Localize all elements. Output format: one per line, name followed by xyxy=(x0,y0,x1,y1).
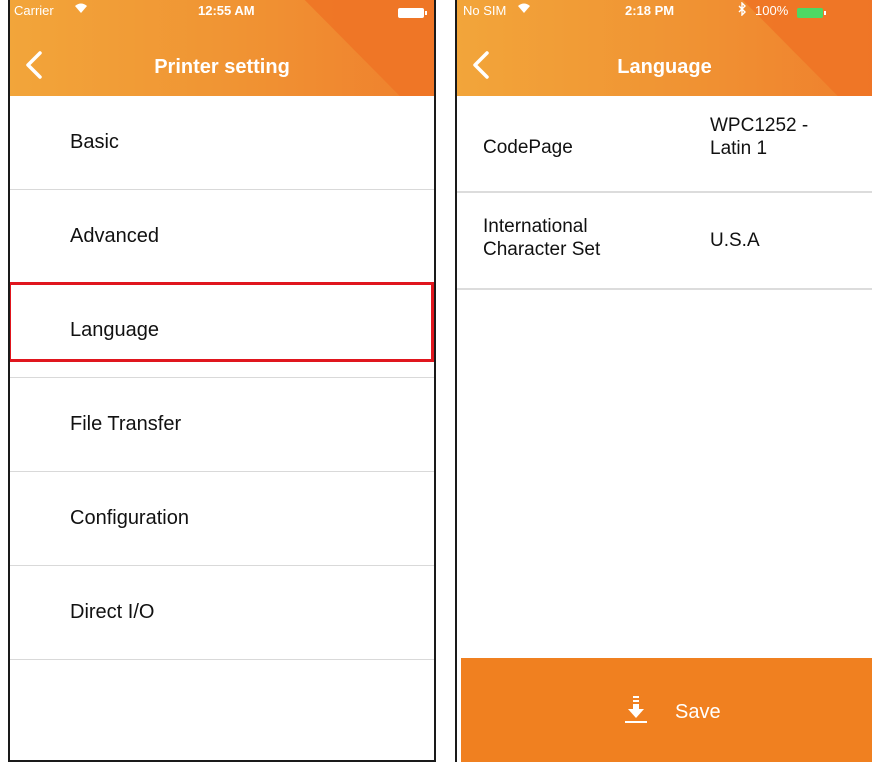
codepage-value: WPC1252 - Latin 1 xyxy=(710,115,809,159)
menu-item-label: Basic xyxy=(70,131,119,153)
international-character-set-row[interactable]: International Character Set U.S.A xyxy=(457,193,872,290)
battery-percent: 100% xyxy=(755,3,789,18)
menu-item-direct-io[interactable]: Direct I/O xyxy=(10,566,434,660)
bluetooth-icon xyxy=(737,1,747,19)
wifi-icon xyxy=(74,2,88,17)
download-icon xyxy=(625,696,647,723)
character-set-label: International Character Set xyxy=(483,216,601,260)
menu-item-label: Configuration xyxy=(70,507,189,529)
codepage-label: CodePage xyxy=(483,137,573,158)
status-time: 2:18 PM xyxy=(625,3,675,18)
nav-bar: No SIM 2:18 PM 100% Language xyxy=(457,0,872,96)
codepage-row[interactable]: CodePage WPC1252 - Latin 1 xyxy=(457,96,872,193)
carrier-label: No SIM xyxy=(463,3,507,18)
status-bar: Carrier 12:55 AM xyxy=(10,0,434,22)
menu-item-configuration[interactable]: Configuration xyxy=(10,472,434,566)
settings-menu: Basic Advanced Language File Transfer Co… xyxy=(10,96,434,660)
character-set-value: U.S.A xyxy=(710,230,760,251)
highlight-box xyxy=(10,282,434,362)
battery-icon xyxy=(797,6,827,21)
save-label: Save xyxy=(675,701,721,723)
menu-item-label: File Transfer xyxy=(70,413,182,435)
save-button[interactable]: Save xyxy=(461,658,872,762)
nav-bar: Carrier 12:55 AM Printer setting xyxy=(10,0,434,96)
language-screen: No SIM 2:18 PM 100% Language CodePage WP… xyxy=(455,0,872,762)
carrier-label: Carrier xyxy=(14,3,54,18)
page-title: Language xyxy=(617,56,712,78)
page-title: Printer setting xyxy=(154,56,290,78)
status-bar: No SIM 2:18 PM 100% xyxy=(457,0,872,22)
menu-item-label: Advanced xyxy=(70,225,159,247)
menu-item-basic[interactable]: Basic xyxy=(10,96,434,190)
printer-setting-screen: Carrier 12:55 AM Printer setting Basic A… xyxy=(8,0,436,762)
wifi-icon xyxy=(517,2,531,17)
battery-icon xyxy=(398,6,428,21)
menu-item-advanced[interactable]: Advanced xyxy=(10,190,434,284)
menu-item-label: Direct I/O xyxy=(70,601,155,623)
menu-item-file-transfer[interactable]: File Transfer xyxy=(10,378,434,472)
status-time: 12:55 AM xyxy=(198,3,255,18)
